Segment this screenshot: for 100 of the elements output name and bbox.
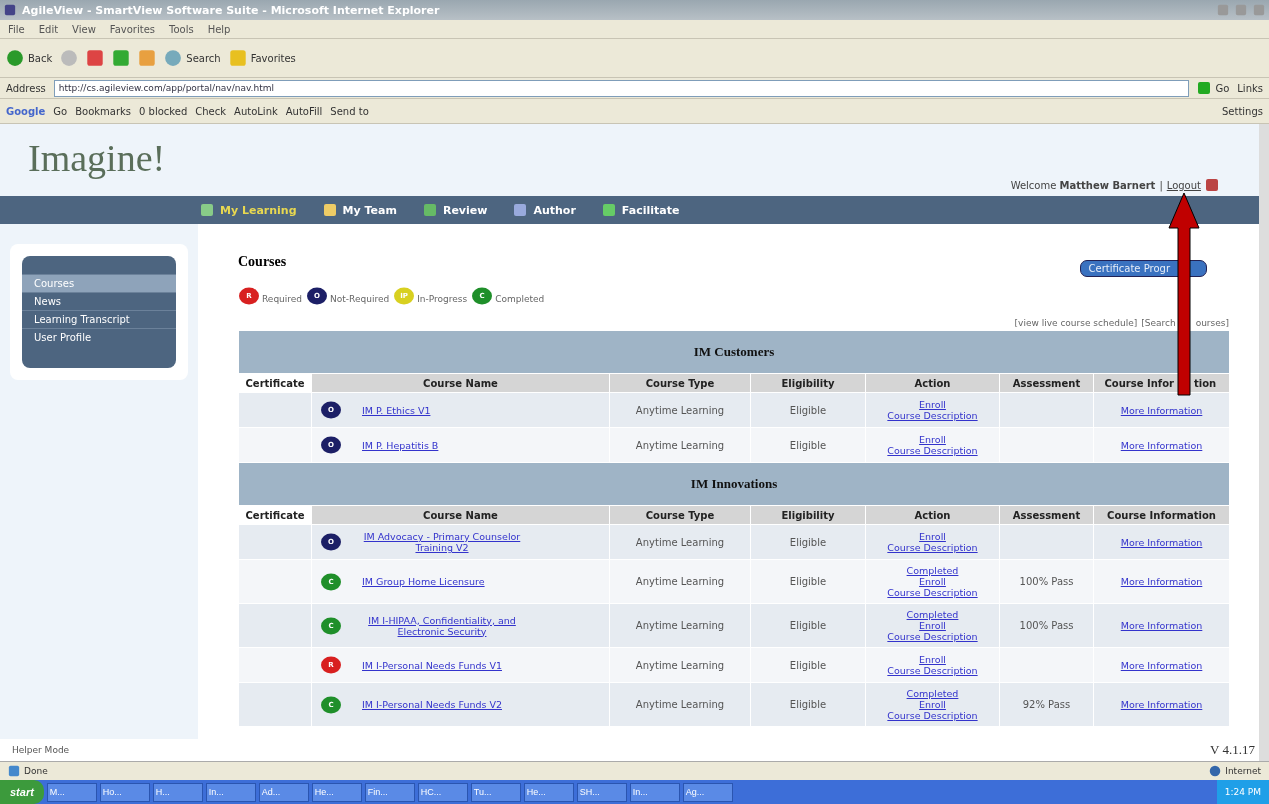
column-header: Course Type [610,506,750,524]
table-cell: Anytime Learning [610,604,750,647]
course-link[interactable]: IM Group Home Licensure [362,576,485,587]
assessment-text: 100% Pass [1019,576,1074,587]
google-toolbar-button[interactable]: 0 blocked [139,105,188,117]
action-link[interactable]: Completed [868,565,997,576]
address-label: Address [6,82,46,94]
legend-label: In-Progress [417,294,468,304]
nav-tab[interactable]: Author [513,203,576,217]
sidebar-item[interactable]: News [22,292,176,310]
course-link[interactable]: IM I-Personal Needs Funds V1 [362,659,502,671]
nav-tab[interactable]: Facilitate [601,203,680,217]
google-toolbar-button[interactable]: Go [53,105,68,117]
column-header: Course Name [312,374,609,392]
nav-icon [200,203,214,217]
action-link[interactable]: Course Description [868,587,997,598]
close-icon [1253,4,1265,16]
start-button[interactable]: start [0,780,44,804]
action-link[interactable]: Enroll [868,434,997,445]
action-link[interactable]: Course Description [868,665,997,676]
google-toolbar-button[interactable]: AutoLink [234,105,278,117]
column-header: Action [866,374,999,392]
go-button[interactable]: Go [1197,81,1230,95]
sidebar-item[interactable]: User Profile [22,328,176,346]
menu-item[interactable]: File [8,23,25,35]
column-header: Action [866,506,999,524]
schedule-link[interactable]: ourses] [1195,318,1229,328]
action-link[interactable]: Enroll [868,654,997,665]
nav-tab[interactable]: Review [422,203,488,217]
menu-item[interactable]: Help [207,23,231,35]
action-link[interactable]: Course Description [868,410,997,421]
status-text: Done [24,766,48,776]
column-header: Course Type [610,374,750,392]
action-link[interactable]: Enroll [868,531,997,542]
legend-label: Completed [495,294,545,304]
table-cell: Eligible [751,683,865,726]
google-logo: Google [6,105,46,117]
course-link[interactable]: IM P. Ethics V1 [362,404,431,416]
helper-mode-text: Helper Mode [12,745,70,755]
table-cell: Eligible [751,428,865,462]
column-header-text: tion [1194,377,1217,389]
welcome-text: Welcome Matthew Barnert [1010,179,1156,191]
table-cell: Eligible [751,525,865,559]
google-toolbar-button[interactable]: Send to [330,105,369,117]
links-label[interactable]: Links [1237,82,1263,94]
nav-tab[interactable]: My Team [322,203,397,217]
app-icon [4,4,16,16]
table-cell: Eligible [751,648,865,682]
nav-icon [322,203,337,217]
group-heading: IM Customers [239,331,1230,373]
action-link[interactable]: Enroll [868,699,997,710]
legend-label: Required [262,294,303,304]
nav-icon [422,203,437,217]
google-toolbar-button[interactable]: AutoFill [285,105,323,117]
table-cell: Eligible [751,393,865,427]
assessment-text: 100% Pass [1019,620,1074,631]
action-link[interactable]: Course Description [868,542,997,553]
menu-item[interactable]: Favorites [109,23,155,35]
action-link[interactable]: Course Description [868,445,997,456]
settings-button[interactable]: Settings [1222,105,1263,117]
assessment-text: 92% Pass [1022,699,1071,710]
logout-link[interactable]: Logout [1166,179,1201,191]
toolbar-button[interactable]: Favorites [228,49,296,67]
schedule-link[interactable]: [Search [1141,318,1176,328]
course-link[interactable]: IM P. Hepatitis B [362,439,439,451]
google-toolbar-button[interactable]: Check [195,105,227,117]
action-link[interactable]: Completed [868,688,997,699]
google-toolbar-button[interactable]: Bookmarks [75,105,132,117]
table-cell: Anytime Learning [610,393,750,427]
column-header: Eligibility [751,374,865,392]
column-header: Course Information [1094,506,1230,524]
action-link[interactable]: Enroll [868,399,997,410]
toolbar-button[interactable]: Search [164,49,221,67]
menu-item[interactable]: Edit [38,23,59,35]
column-header: Assessment [1000,374,1093,392]
schedule-link[interactable]: [view live course schedule] [1014,318,1138,328]
column-header: Eligibility [751,506,865,524]
group-heading: IM Innovations [239,463,1230,505]
action-link[interactable]: Completed [868,609,997,620]
column-header-text: Course Infor [1103,377,1174,389]
sidebar-item[interactable]: Learning Transcript [22,310,176,328]
logo: Imagine! [28,136,166,180]
address-field[interactable]: http://cs.agileview.com/app/portal/nav/nav.html [53,79,1190,97]
table-cell: Eligible [751,560,865,603]
action-link[interactable]: Enroll [868,620,997,631]
action-link[interactable]: Course Description [868,710,997,721]
table-cell: Anytime Learning [610,525,750,559]
table-cell: Anytime Learning [610,648,750,682]
action-link[interactable]: Course Description [868,631,997,642]
menu-item[interactable]: Tools [169,23,194,35]
action-link[interactable]: Enroll [868,576,997,587]
menu-item[interactable]: View [72,23,96,35]
minimize-icon [1217,4,1229,16]
course-link[interactable]: IM I-Personal Needs Funds V2 [362,699,502,710]
separator: | [1159,179,1163,191]
course-link[interactable]: IM I-HIPAA, Confidentiality, and Electronic Security [362,614,522,637]
nav-tab[interactable]: My Learning [200,203,297,217]
toolbar-button[interactable]: Back [6,49,53,67]
course-link[interactable]: IM Advocacy - Primary Counselor Training V2 [362,531,522,553]
column-header: Assessment [1000,506,1093,524]
